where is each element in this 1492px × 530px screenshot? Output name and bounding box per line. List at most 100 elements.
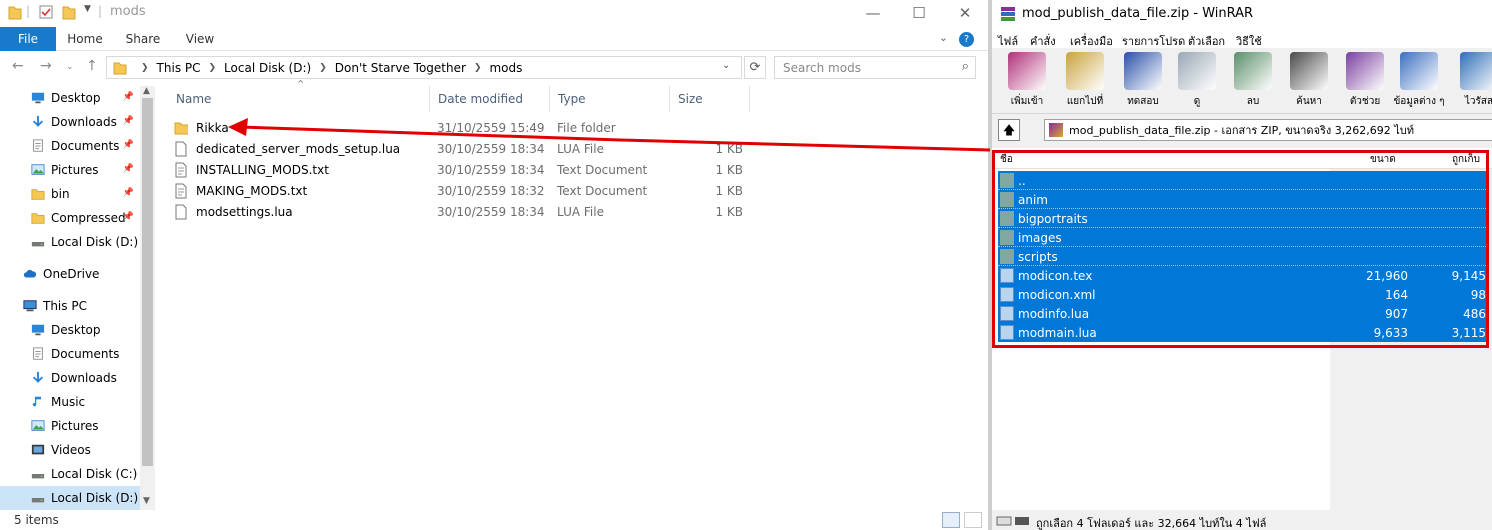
toolbar-button-0[interactable]: เพิ่มเข้า [998, 50, 1056, 112]
pictures-icon [31, 420, 45, 431]
computer-icon [23, 300, 37, 312]
toolbar-button-4[interactable]: ลบ [1224, 50, 1282, 112]
scroll-up-icon[interactable]: ▲ [143, 86, 150, 96]
nav-item-local-disk-d[interactable]: Local Disk (D:) [0, 486, 140, 510]
ribbon-expand-icon[interactable]: ⌄ [939, 31, 948, 44]
drive-icon [31, 498, 45, 503]
scroll-thumb[interactable] [142, 98, 153, 466]
toolbar-button-7[interactable]: ข้อมูลต่าง ๆ [1390, 50, 1448, 112]
nav-item-downloads[interactable]: Downloads 📌 [0, 110, 140, 134]
nav-item-this-pc[interactable]: This PC [0, 294, 140, 318]
toolbar-button-3[interactable]: ดู [1168, 50, 1226, 112]
properties-icon[interactable] [38, 4, 54, 20]
recent-dropdown-icon[interactable]: ⌄ [66, 62, 74, 72]
toolbar-button-6[interactable]: ตัวช่วย [1336, 50, 1394, 112]
pin-icon[interactable]: 📌 [123, 188, 134, 198]
pin-icon[interactable]: 📌 [123, 116, 134, 126]
column-name[interactable]: Name [168, 86, 430, 112]
scroll-down-icon[interactable]: ▼ [143, 496, 150, 506]
breadcrumb-mods[interactable]: mods [489, 61, 522, 75]
winrar-logo-icon [1001, 7, 1015, 21]
nav-item-desktop[interactable]: Desktop [0, 318, 140, 342]
text-file-icon [175, 183, 187, 199]
column-size[interactable]: Size [670, 86, 750, 112]
winrar-toolbar: เพิ่มเข้า แยกไปที่ ทดสอบ ดู ลบ ค้นหา ตัวช่วย ข้… [992, 48, 1492, 114]
address-dropdown-icon[interactable]: ⌄ [722, 60, 730, 71]
tiles-view-button[interactable] [964, 512, 982, 528]
tab-home[interactable]: Home [62, 27, 108, 51]
file-size: 1 KB [715, 142, 743, 156]
nav-item-pictures[interactable]: Pictures 📌 [0, 158, 140, 182]
nav-item-pictures[interactable]: Pictures [0, 414, 140, 438]
nav-scrollbar[interactable]: ▲ ▼ [140, 86, 155, 510]
file-row[interactable]: dedicated_server_mods_setup.lua 30/10/255… [168, 138, 988, 159]
nav-item-documents[interactable]: Documents [0, 342, 140, 366]
file-type: LUA File [557, 205, 604, 219]
column-date[interactable]: Date modified [430, 86, 550, 112]
breadcrumb-local-disk[interactable]: Local Disk (D:) [224, 61, 311, 75]
new-folder-icon[interactable] [62, 4, 76, 20]
forward-arrow-icon[interactable]: → [40, 58, 52, 74]
file-name: INSTALLING_MODS.txt [196, 163, 329, 177]
maximize-button[interactable]: ☐ [896, 0, 942, 25]
file-date: 30/10/2559 18:34 [437, 163, 545, 177]
nav-item-label: Local Disk (D:) [51, 235, 139, 249]
nav-item-documents[interactable]: Documents 📌 [0, 134, 140, 158]
file-date: 30/10/2559 18:34 [437, 205, 545, 219]
nav-item-label: Videos [51, 443, 91, 457]
toolbar-button-8[interactable]: ไวรัสส [1450, 50, 1492, 112]
toolbar-button-5[interactable]: ค้นหา [1280, 50, 1338, 112]
tab-file[interactable]: File [0, 27, 56, 51]
toolbar-button-2[interactable]: ทดสอบ [1114, 50, 1172, 112]
up-arrow-icon[interactable]: ↑ [86, 58, 98, 74]
nav-item-local-disk-c[interactable]: Local Disk (C:) [0, 462, 140, 486]
pin-icon[interactable]: 📌 [123, 140, 134, 150]
address-bar[interactable]: ❯ This PC ❯ Local Disk (D:) ❯ Don't Star… [106, 56, 742, 79]
archive-path-field[interactable]: mod_publish_data_file.zip - เอกสาร ZIP, … [1044, 119, 1492, 141]
file-type: Text Document [557, 163, 648, 177]
nav-item-videos[interactable]: Videos [0, 438, 140, 462]
quick-access-dropdown-icon[interactable]: ▼ [84, 4, 91, 14]
refresh-button[interactable]: ⟳ [744, 56, 766, 79]
music-icon [32, 396, 42, 407]
toolbar-label: ลบ [1246, 96, 1260, 107]
up-folder-button[interactable]: 🡅 [998, 119, 1020, 141]
search-input[interactable]: Search mods ⌕ [774, 56, 976, 79]
nav-item-bin[interactable]: bin 📌 [0, 182, 140, 206]
folder-icon [8, 6, 22, 20]
file-row[interactable]: Rikka 31/10/2559 15:49 File folder [168, 117, 988, 138]
help-icon[interactable]: ? [959, 32, 974, 47]
nav-item-music[interactable]: Music [0, 390, 140, 414]
nav-item-local-disk-d[interactable]: Local Disk (D:) [0, 230, 140, 254]
file-row[interactable]: modsettings.lua 30/10/2559 18:34 LUA File 1… [168, 201, 988, 222]
nav-item-compressed[interactable]: Compressed 📌 [0, 206, 140, 230]
annotation-highlight-box [992, 150, 1489, 348]
file-row[interactable]: MAKING_MODS.txt 30/10/2559 18:32 Text Docu… [168, 180, 988, 201]
minimize-button[interactable]: — [850, 0, 896, 25]
nav-item-desktop[interactable]: Desktop 📌 [0, 86, 140, 110]
breadcrumb-this-pc[interactable]: This PC [157, 61, 201, 75]
column-type[interactable]: Type [550, 86, 670, 112]
pin-icon[interactable]: 📌 [123, 164, 134, 174]
nav-item-downloads[interactable]: Downloads [0, 366, 140, 390]
explorer-titlebar: | ▼ | mods — ☐ ✕ [0, 0, 988, 25]
pin-icon[interactable]: 📌 [123, 212, 134, 222]
tab-share[interactable]: Share [120, 27, 166, 51]
file-row[interactable]: INSTALLING_MODS.txt 30/10/2559 18:34 Text … [168, 159, 988, 180]
file-icon [175, 204, 187, 220]
close-button[interactable]: ✕ [942, 0, 988, 25]
search-icon: ⌕ [961, 59, 969, 74]
address-row: ← → ⌄ ↑ ❯ This PC ❯ Local Disk (D:) ❯ Do… [0, 56, 988, 80]
window-title: mods [110, 4, 146, 19]
back-arrow-icon[interactable]: ← [12, 58, 24, 74]
text-file-icon [175, 162, 187, 178]
pin-icon[interactable]: 📌 [123, 92, 134, 102]
nav-item-onedrive[interactable]: OneDrive [0, 262, 140, 286]
desktop-icon [31, 324, 45, 336]
toolbar-icon [1124, 52, 1162, 90]
breadcrumb-game[interactable]: Don't Starve Together [335, 61, 466, 75]
tab-view[interactable]: View [178, 27, 222, 51]
toolbar-button-1[interactable]: แยกไปที่ [1056, 50, 1114, 112]
details-view-button[interactable] [942, 512, 960, 528]
file-name: MAKING_MODS.txt [196, 184, 308, 198]
